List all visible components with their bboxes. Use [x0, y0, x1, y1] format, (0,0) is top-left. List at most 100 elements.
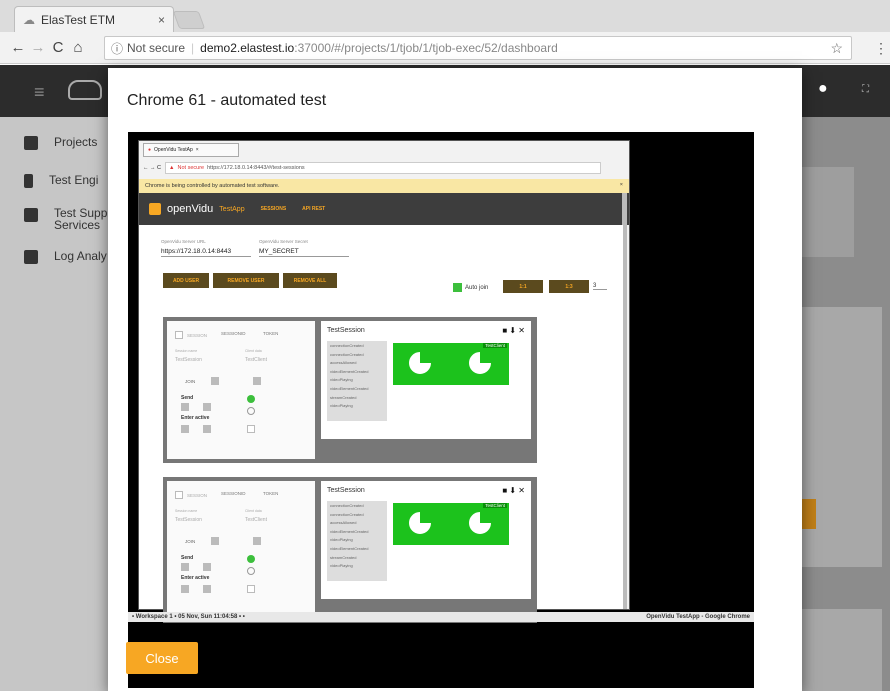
sidebar-item-label: Log Analy — [54, 249, 107, 263]
openvidu-brand: openVidu — [167, 203, 214, 215]
browser-tabstrip: ☁ ElasTest ETM × — [0, 0, 890, 32]
remove-all-button: REMOVE ALL — [283, 273, 337, 288]
sidebar-item-label: Test Supp Services — [54, 206, 108, 232]
screen-radio — [247, 567, 255, 575]
address-bar[interactable]: ⓘ Not secure | demo2.elastest.io:37000/#… — [104, 36, 852, 60]
bookmark-star-icon[interactable]: ☆ — [830, 40, 843, 57]
enter-active-label: Enter active — [181, 415, 210, 421]
inner-tab: ● OpenVidu TestAp × — [143, 143, 239, 157]
browser-menu-icon[interactable]: ⋮ — [874, 40, 888, 57]
forward-icon[interactable]: → — [28, 39, 48, 56]
subscribe-to-remote-checkbox — [247, 585, 255, 593]
join-button: JOIN — [185, 539, 196, 544]
inner-toolbar: ← → C ▲ Not secure https://172.18.0.14:8… — [143, 161, 623, 175]
info-icon[interactable]: ⓘ — [111, 40, 123, 57]
ratio-1-1-button: 1:1 — [503, 280, 543, 293]
sidebar-item-projects[interactable]: Projects — [24, 135, 97, 150]
send-label: Send — [181, 395, 194, 401]
background-card — [802, 609, 882, 691]
folder-icon — [24, 136, 38, 150]
client-data-label: Client data — [245, 349, 262, 353]
screen-radio — [247, 407, 255, 415]
ratio-1-3-button: 1:3 — [549, 280, 589, 293]
event-item: videoPlaying — [330, 377, 353, 383]
background-card — [802, 167, 854, 257]
testapp-label: TestApp — [219, 205, 245, 213]
session-form: SESSION SESSIONID TOKEN Session name Tes… — [167, 481, 315, 619]
openvidu-header: openVidu TestApp SESSIONS API REST — [139, 193, 629, 225]
log-icon — [24, 250, 38, 264]
subscribe-checkbox — [211, 537, 219, 545]
event-item: videoPlaying — [330, 403, 353, 409]
inner-tab-title: OpenVidu TestAp — [154, 147, 193, 153]
session-tab-label: SESSION — [187, 493, 208, 498]
browser-tab[interactable]: ☁ ElasTest ETM × — [14, 6, 174, 32]
enter-active-label: Enter active — [181, 575, 210, 581]
event-log: connectionCreated connectionCreated acce… — [327, 501, 387, 581]
url-path: :37000/#/projects/1/tjob/1/tjob-exec/52/… — [294, 41, 558, 55]
video-pie-icon — [469, 512, 491, 534]
event-item: videoElementCreated — [330, 385, 369, 391]
fullscreen-icon[interactable]: ⛶ — [862, 84, 869, 95]
sidebar-item-test-support-services[interactable]: Test Supp Services — [24, 207, 107, 231]
workspace-label: • Workspace 1 • 05 Nov, Sun 11:04:58 • • — [132, 614, 245, 620]
client-data-label: Client data — [245, 509, 262, 513]
tab-title: ElasTest ETM — [41, 12, 116, 27]
back-icon[interactable]: ← — [8, 39, 28, 56]
sidebar-item-label: Projects — [54, 135, 98, 149]
session-name-label: Session name — [175, 509, 198, 513]
cloud-icon: ☁ — [23, 12, 35, 27]
services-icon — [24, 208, 38, 222]
close-button[interactable]: Close — [126, 642, 198, 674]
inner-url: https://172.18.0.14:8443/#/test-sessions — [207, 165, 305, 171]
active-video-checkbox — [203, 425, 211, 433]
sidebar-item-test-engines[interactable]: Test Engi — [24, 173, 98, 188]
video-radio — [247, 555, 255, 563]
video-label: TestClient — [483, 343, 507, 348]
session-view: TestSession ■ ⬇ ✕ connectionCreated conn… — [321, 321, 531, 439]
video-tile: TestClient — [393, 503, 509, 545]
event-item: videoPlaying — [330, 563, 353, 569]
auto-join-label: Auto join — [465, 285, 489, 291]
users-count: 3 — [593, 283, 607, 290]
hamburger-menu-icon[interactable]: ≡ — [34, 82, 45, 103]
reload-icon[interactable]: C — [48, 39, 68, 56]
recording-video[interactable]: ● OpenVidu TestAp × ← → C ▲ Not secure h… — [128, 132, 754, 688]
session-name-label: Session name — [175, 349, 198, 353]
video-label: TestClient — [483, 503, 507, 508]
video-pie-icon — [409, 352, 431, 374]
warning-icon: ▲ — [169, 165, 175, 171]
sidebar-item-log-analyzer[interactable]: Log Analy — [24, 249, 107, 264]
server-secret-value: MY_SECRET — [259, 248, 349, 257]
event-log: connectionCreated connectionCreated acce… — [327, 341, 387, 421]
video-pie-icon — [469, 352, 491, 374]
server-url-value: https://172.18.0.14:8443 — [161, 248, 251, 257]
event-item: accessAllowed — [330, 360, 357, 366]
sessionid-tab-label: SESSIONID — [221, 331, 246, 336]
send-video-checkbox — [203, 563, 211, 571]
session-title: TestSession — [327, 487, 365, 494]
publish-checkbox — [253, 537, 261, 545]
video-pie-icon — [409, 512, 431, 534]
new-tab-button[interactable] — [172, 11, 206, 29]
send-audio-checkbox — [181, 403, 189, 411]
event-item: videoElementCreated — [330, 368, 369, 374]
inner-browser-window: ● OpenVidu TestAp × ← → C ▲ Not secure h… — [138, 140, 630, 623]
client-data-field: TestClient — [245, 517, 267, 523]
tab-close-icon[interactable]: × — [158, 13, 165, 27]
elastest-logo — [68, 80, 102, 100]
home-icon[interactable]: ⌂ — [68, 39, 88, 56]
client-data-field: TestClient — [245, 357, 267, 363]
github-icon[interactable]: ● — [818, 80, 828, 98]
modal-title: Chrome 61 - automated test — [127, 92, 327, 109]
media-controls-icons: ■ ⬇ ✕ — [502, 326, 525, 335]
openvidu-body: OpenVidu Server URL https://172.18.0.14:… — [139, 225, 623, 623]
active-audio-checkbox — [181, 425, 189, 433]
subscribe-to-remote-checkbox — [247, 425, 255, 433]
video-radio — [247, 395, 255, 403]
active-video-checkbox — [203, 585, 211, 593]
modal-dialog: Chrome 61 - automated test ● OpenVidu Te… — [108, 68, 802, 691]
security-label: Not secure — [127, 41, 186, 55]
session-name-field: TestSession — [175, 517, 202, 523]
openvidu-logo-icon — [149, 203, 161, 215]
